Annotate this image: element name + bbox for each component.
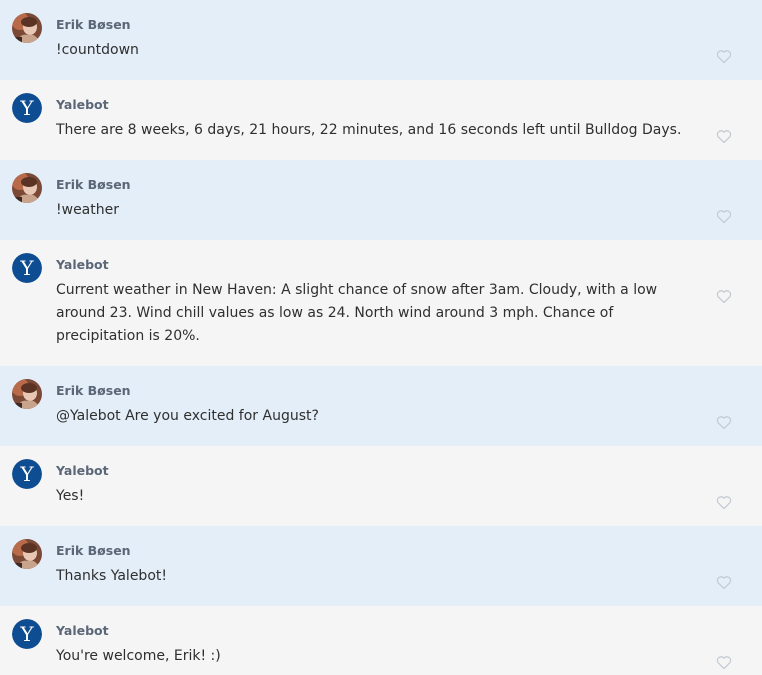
message-row: Y Yalebot Current weather in New Haven: …: [0, 240, 762, 366]
heart-icon[interactable]: [716, 575, 732, 590]
yale-logo-letter: Y: [19, 256, 34, 280]
user-avatar[interactable]: [12, 539, 42, 569]
yale-logo-letter: Y: [19, 622, 34, 646]
heart-icon[interactable]: [716, 49, 732, 64]
bot-avatar[interactable]: Y: [12, 459, 42, 489]
message-row: Erik Bøsen !countdown: [0, 0, 762, 80]
yale-logo-letter: Y: [19, 96, 34, 120]
message-row: Erik Bøsen Thanks Yalebot!: [0, 526, 762, 606]
heart-icon[interactable]: [716, 495, 732, 510]
heart-icon[interactable]: [716, 415, 732, 430]
message-text: Current weather in New Haven: A slight c…: [56, 282, 658, 344]
user-photo-avatar-icon: [12, 13, 42, 43]
bot-avatar[interactable]: Y: [12, 619, 42, 649]
message-text: There are 8 weeks, 6 days, 21 hours, 22 …: [56, 122, 682, 138]
message-author[interactable]: Erik Bøsen: [56, 16, 696, 33]
yale-logo-letter: Y: [19, 462, 34, 486]
user-avatar[interactable]: [12, 13, 42, 43]
yale-y-logo-icon: Y: [12, 253, 42, 283]
user-photo-avatar-icon: [12, 173, 42, 203]
user-avatar[interactable]: [12, 379, 42, 409]
chat-message-list: Erik Bøsen !countdown Y Yalebot There ar…: [0, 0, 762, 675]
heart-icon[interactable]: [716, 129, 732, 144]
message-author[interactable]: Erik Bøsen: [56, 176, 696, 193]
message-row: Y Yalebot There are 8 weeks, 6 days, 21 …: [0, 80, 762, 160]
message-row: Erik Bøsen !weather: [0, 160, 762, 240]
bot-avatar[interactable]: Y: [12, 253, 42, 283]
heart-icon[interactable]: [716, 209, 732, 224]
message-text: Thanks Yalebot!: [56, 568, 167, 584]
message-text: !countdown: [56, 42, 139, 58]
heart-icon[interactable]: [716, 655, 732, 670]
message-author[interactable]: Yalebot: [56, 256, 696, 273]
heart-icon[interactable]: [716, 289, 732, 304]
message-author[interactable]: Yalebot: [56, 462, 696, 479]
message-text: @Yalebot Are you excited for August?: [56, 408, 319, 424]
message-row: Y Yalebot Yes!: [0, 446, 762, 526]
message-row: Y Yalebot You're welcome, Erik! :): [0, 606, 762, 675]
yale-y-logo-icon: Y: [12, 93, 42, 123]
message-author[interactable]: Yalebot: [56, 622, 696, 639]
bot-avatar[interactable]: Y: [12, 93, 42, 123]
yale-y-logo-icon: Y: [12, 459, 42, 489]
message-text: Yes!: [56, 488, 85, 504]
yale-y-logo-icon: Y: [12, 619, 42, 649]
message-row: Erik Bøsen @Yalebot Are you excited for …: [0, 366, 762, 446]
message-author[interactable]: Erik Bøsen: [56, 542, 696, 559]
message-author[interactable]: Yalebot: [56, 96, 696, 113]
user-photo-avatar-icon: [12, 379, 42, 409]
message-author[interactable]: Erik Bøsen: [56, 382, 696, 399]
message-text: You're welcome, Erik! :): [56, 648, 221, 664]
user-avatar[interactable]: [12, 173, 42, 203]
user-photo-avatar-icon: [12, 539, 42, 569]
message-text: !weather: [56, 202, 119, 218]
